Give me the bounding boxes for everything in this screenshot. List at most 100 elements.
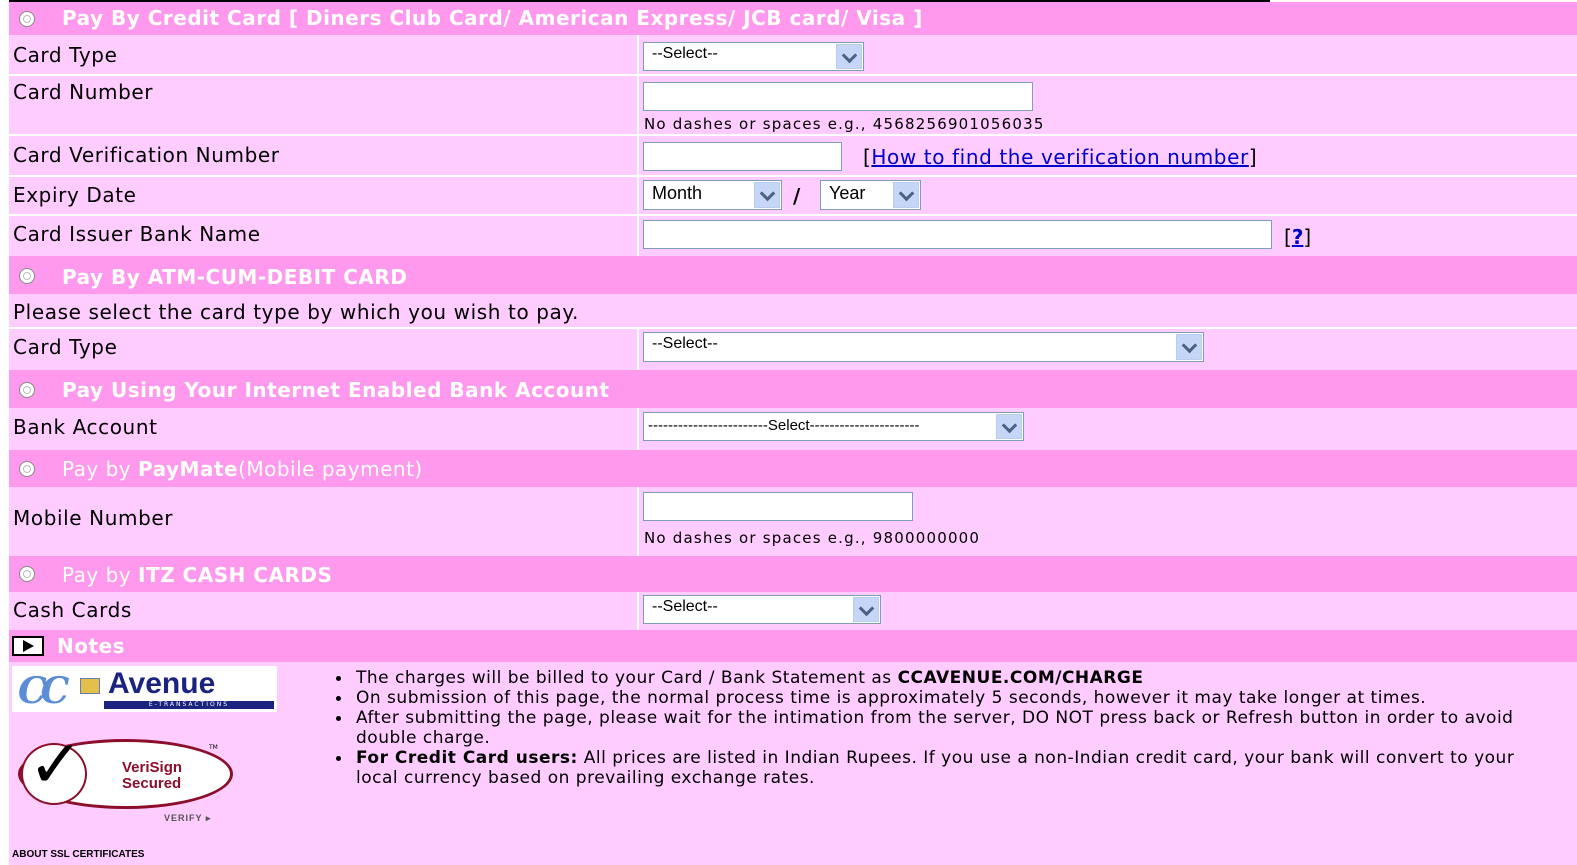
cvv-label: Card Verification Number: [13, 143, 280, 167]
paymate-header-prefix: Pay by: [62, 457, 138, 481]
card-number-hint: No dashes or spaces e.g., 45682569010560…: [644, 115, 1045, 133]
issuer-help-link[interactable]: ?: [1292, 225, 1304, 249]
verisign-line1: VeriSign: [122, 759, 183, 776]
bank-account-label: Bank Account: [13, 415, 158, 439]
expiry-month-select[interactable]: Month: [643, 180, 782, 210]
mobile-number-hint: No dashes or spaces e.g., 9800000000: [644, 529, 981, 547]
itz-cash-header-title: Pay by ITZ CASH CARDS: [62, 563, 332, 587]
atm-debit-radio[interactable]: [19, 268, 35, 284]
notes-header[interactable]: Notes: [9, 630, 1577, 662]
verisign-seal[interactable]: ✓ TM VeriSign Secured VERIFY ▸: [18, 727, 238, 827]
itz-cash-header[interactable]: Pay by ITZ CASH CARDS: [9, 556, 1577, 592]
left-margin: [0, 0, 9, 865]
credit-card-header-title: Pay By Credit Card [ Diners Club Card/ A…: [62, 6, 923, 30]
note-text: The charges will be billed to your Card …: [356, 668, 898, 688]
verisign-verify[interactable]: VERIFY ▸: [164, 813, 211, 824]
payment-form: Pay By Credit Card [ Diners Club Card/ A…: [9, 2, 1577, 865]
issuer-help-open: [: [1284, 225, 1292, 249]
ccavenue-cc-mark: CC: [18, 670, 69, 712]
mobile-number-input[interactable]: [643, 492, 913, 521]
note-bold-lead: For Credit Card users:: [356, 748, 578, 768]
column-divider: [637, 408, 639, 450]
verisign-text: VeriSign Secured: [122, 760, 182, 792]
note-item: The charges will be billed to your Card …: [329, 668, 1559, 688]
itz-cash-radio[interactable]: [19, 566, 35, 582]
ccavenue-subline: E-TRANSACTIONS: [104, 701, 274, 709]
paymate-header[interactable]: Pay by PayMate(Mobile payment): [9, 450, 1577, 487]
cash-cards-value: --Select--: [652, 598, 718, 615]
checkmark-icon: ✓: [28, 726, 84, 803]
atm-instruction: Please select the card type by which you…: [13, 300, 579, 324]
mobile-number-label: Mobile Number: [13, 506, 174, 530]
netbanking-header-title: Pay Using Your Internet Enabled Bank Acc…: [62, 378, 610, 402]
chevron-down-icon[interactable]: [853, 597, 879, 622]
ssl-certificates-link[interactable]: ABOUT SSL CERTIFICATES: [12, 849, 144, 860]
bank-account-value: ------------------------Select----------…: [648, 417, 920, 434]
note-bold-tail: CCAVENUE.COM/CHARGE: [897, 668, 1144, 688]
issuer-bank-label: Card Issuer Bank Name: [13, 222, 261, 246]
note-text: After submitting the page, please wait f…: [356, 708, 1514, 748]
note-item: After submitting the page, please wait f…: [329, 708, 1559, 748]
cvv-link-close: ]: [1248, 145, 1258, 169]
expiry-year-select[interactable]: Year: [820, 180, 921, 210]
atm-debit-header-title: Pay By ATM-CUM-DEBIT CARD: [62, 265, 408, 289]
atm-debit-header[interactable]: Pay By ATM-CUM-DEBIT CARD: [9, 256, 1577, 294]
note-item: On submission of this page, the normal p…: [329, 688, 1559, 708]
payment-page: Pay By Credit Card [ Diners Club Card/ A…: [0, 0, 1577, 865]
bank-account-select[interactable]: ------------------------Select----------…: [643, 412, 1024, 441]
row-divider: [9, 74, 1577, 76]
chevron-down-icon[interactable]: [996, 414, 1022, 439]
note-item: For Credit Card users: All prices are li…: [329, 748, 1559, 788]
expiry-slash: /: [793, 184, 801, 208]
row-divider: [9, 327, 1577, 329]
cvv-input[interactable]: [643, 142, 842, 171]
cash-cards-select[interactable]: --Select--: [643, 595, 881, 624]
ccavenue-wordmark: Avenue: [108, 667, 216, 700]
row-divider: [9, 214, 1577, 216]
verisign-line2: Secured: [122, 775, 182, 792]
expiry-label: Expiry Date: [13, 183, 137, 207]
row-divider: [9, 134, 1577, 136]
card-type-select[interactable]: --Select--: [643, 42, 864, 71]
cash-cards-label: Cash Cards: [13, 598, 132, 622]
credit-card-radio[interactable]: [19, 11, 35, 27]
itz-header-prefix: Pay by: [62, 563, 138, 587]
expiry-year-value: Year: [829, 183, 866, 203]
note-text: On submission of this page, the normal p…: [356, 688, 1427, 708]
column-divider: [637, 35, 639, 256]
credit-card-header[interactable]: Pay By Credit Card [ Diners Club Card/ A…: [9, 2, 1577, 35]
atm-card-type-select[interactable]: --Select--: [643, 332, 1204, 362]
column-divider: [637, 487, 639, 556]
card-type-select-value: --Select--: [652, 45, 718, 62]
chevron-down-icon[interactable]: [893, 182, 919, 208]
paymate-header-title: Pay by PayMate(Mobile payment): [62, 457, 423, 481]
chevron-down-icon[interactable]: [1176, 334, 1202, 360]
paymate-header-suffix: (Mobile payment): [238, 457, 423, 481]
cvv-help-link[interactable]: How to find the verification number: [871, 145, 1248, 169]
paymate-radio[interactable]: [19, 461, 35, 477]
expiry-month-value: Month: [652, 183, 703, 203]
issuer-bank-input[interactable]: [643, 220, 1272, 249]
issuer-help-close: ]: [1303, 225, 1312, 249]
notes-list: The charges will be billed to your Card …: [329, 668, 1559, 788]
chevron-down-icon[interactable]: [754, 182, 780, 208]
card-number-input[interactable]: [643, 82, 1033, 111]
chevron-down-icon[interactable]: [836, 44, 862, 69]
atm-card-type-label: Card Type: [13, 335, 118, 359]
verisign-tm: TM: [209, 744, 218, 751]
card-chip-icon: [80, 678, 100, 694]
expand-arrow-icon[interactable]: [12, 636, 44, 656]
row-divider: [9, 175, 1577, 177]
itz-brand: ITZ CASH CARDS: [138, 563, 333, 587]
card-type-label: Card Type: [13, 43, 118, 67]
card-number-label: Card Number: [13, 80, 154, 104]
cvv-help: [How to find the verification number]: [863, 145, 1257, 169]
paymate-brand: PayMate: [138, 457, 239, 481]
atm-card-type-value: --Select--: [652, 335, 718, 352]
column-divider: [637, 327, 639, 370]
issuer-help: [?]: [1284, 225, 1311, 249]
column-divider: [637, 592, 639, 630]
ccavenue-logo: CC Avenue E-TRANSACTIONS: [12, 666, 277, 712]
netbanking-header[interactable]: Pay Using Your Internet Enabled Bank Acc…: [9, 370, 1577, 408]
netbanking-radio[interactable]: [19, 382, 35, 398]
